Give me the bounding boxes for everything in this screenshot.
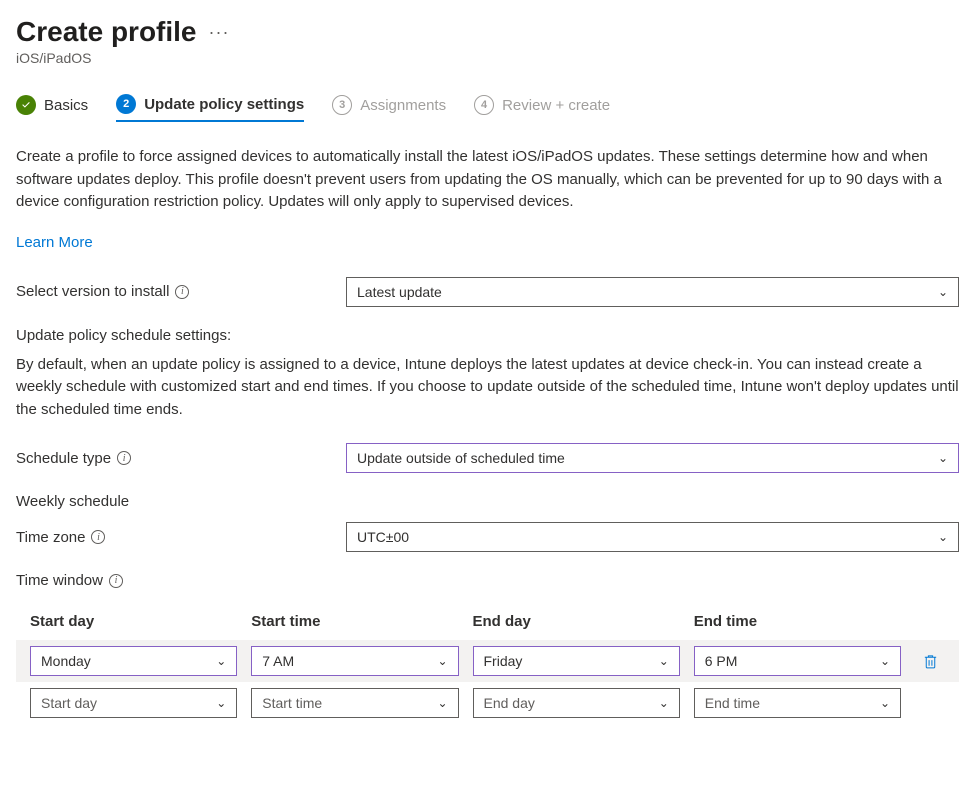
col-end-day: End day xyxy=(473,613,680,630)
trash-icon xyxy=(922,653,939,670)
dropdown-value: Latest update xyxy=(357,284,442,300)
chevron-down-icon: ⌄ xyxy=(437,696,447,710)
step-number-icon: 4 xyxy=(474,95,494,115)
select-version-dropdown[interactable]: Latest update ⌄ xyxy=(346,277,959,307)
tab-review-create[interactable]: 4 Review + create xyxy=(474,95,610,121)
tab-label: Update policy settings xyxy=(144,96,304,113)
chevron-down-icon: ⌄ xyxy=(437,654,447,668)
col-start-day: Start day xyxy=(30,613,237,630)
select-version-label: Select version to install xyxy=(16,283,169,300)
tab-assignments[interactable]: 3 Assignments xyxy=(332,95,446,121)
tab-label: Review + create xyxy=(502,97,610,114)
schedule-type-dropdown[interactable]: Update outside of scheduled time ⌄ xyxy=(346,443,959,473)
schedule-type-label: Schedule type xyxy=(16,450,111,467)
chevron-down-icon: ⌄ xyxy=(938,530,948,544)
delete-row-button[interactable] xyxy=(915,653,945,670)
dropdown-placeholder: Start day xyxy=(41,695,97,711)
info-icon[interactable]: i xyxy=(117,451,131,465)
chevron-down-icon: ⌄ xyxy=(659,654,669,668)
time-zone-label: Time zone xyxy=(16,529,85,546)
chevron-down-icon: ⌄ xyxy=(938,451,948,465)
chevron-down-icon: ⌄ xyxy=(938,285,948,299)
chevron-down-icon: ⌄ xyxy=(880,654,890,668)
page-title: Create profile xyxy=(16,16,197,48)
chevron-down-icon: ⌄ xyxy=(216,696,226,710)
dropdown-value: Update outside of scheduled time xyxy=(357,450,565,466)
chevron-down-icon: ⌄ xyxy=(216,654,226,668)
info-icon[interactable]: i xyxy=(175,285,189,299)
end-time-dropdown[interactable]: 6 PM ⌄ xyxy=(694,646,901,676)
dropdown-value: 6 PM xyxy=(705,653,738,669)
weekly-schedule-heading: Weekly schedule xyxy=(16,493,959,510)
col-end-time: End time xyxy=(694,613,901,630)
dropdown-value: Monday xyxy=(41,653,91,669)
col-start-time: Start time xyxy=(251,613,458,630)
start-day-dropdown[interactable]: Monday ⌄ xyxy=(30,646,237,676)
dropdown-value: 7 AM xyxy=(262,653,294,669)
tab-label: Basics xyxy=(44,97,88,114)
learn-more-link[interactable]: Learn More xyxy=(16,234,93,251)
time-window-label: Time window xyxy=(16,572,103,589)
dropdown-value: UTC±00 xyxy=(357,529,409,545)
step-number-icon: 2 xyxy=(116,94,136,114)
start-time-dropdown[interactable]: Start time ⌄ xyxy=(251,688,458,718)
end-time-dropdown[interactable]: End time ⌄ xyxy=(694,688,901,718)
info-icon[interactable]: i xyxy=(109,574,123,588)
dropdown-placeholder: Start time xyxy=(262,695,322,711)
tab-basics[interactable]: Basics xyxy=(16,95,88,121)
chevron-down-icon: ⌄ xyxy=(659,696,669,710)
chevron-down-icon: ⌄ xyxy=(880,696,890,710)
time-zone-dropdown[interactable]: UTC±00 ⌄ xyxy=(346,522,959,552)
tab-update-policy-settings[interactable]: 2 Update policy settings xyxy=(116,94,304,122)
dropdown-placeholder: End time xyxy=(705,695,760,711)
schedule-row: Monday ⌄ 7 AM ⌄ Friday ⌄ 6 PM ⌄ xyxy=(16,640,959,682)
end-day-dropdown[interactable]: End day ⌄ xyxy=(473,688,680,718)
dropdown-placeholder: End day xyxy=(484,695,535,711)
description-text: Create a profile to force assigned devic… xyxy=(16,146,959,214)
end-day-dropdown[interactable]: Friday ⌄ xyxy=(473,646,680,676)
check-icon xyxy=(16,95,36,115)
schedule-settings-text: By default, when an update policy is ass… xyxy=(16,354,959,422)
wizard-tabs: Basics 2 Update policy settings 3 Assign… xyxy=(16,94,959,122)
schedule-row-new: Start day ⌄ Start time ⌄ End day ⌄ End t… xyxy=(16,682,959,724)
start-day-dropdown[interactable]: Start day ⌄ xyxy=(30,688,237,718)
schedule-table: Start day Start time End day End time Mo… xyxy=(16,613,959,724)
start-time-dropdown[interactable]: 7 AM ⌄ xyxy=(251,646,458,676)
schedule-settings-heading: Update policy schedule settings: xyxy=(16,327,959,344)
dropdown-value: Friday xyxy=(484,653,523,669)
more-icon[interactable]: ··· xyxy=(209,22,230,43)
tab-label: Assignments xyxy=(360,97,446,114)
page-subtitle: iOS/iPadOS xyxy=(16,50,959,66)
step-number-icon: 3 xyxy=(332,95,352,115)
info-icon[interactable]: i xyxy=(91,530,105,544)
